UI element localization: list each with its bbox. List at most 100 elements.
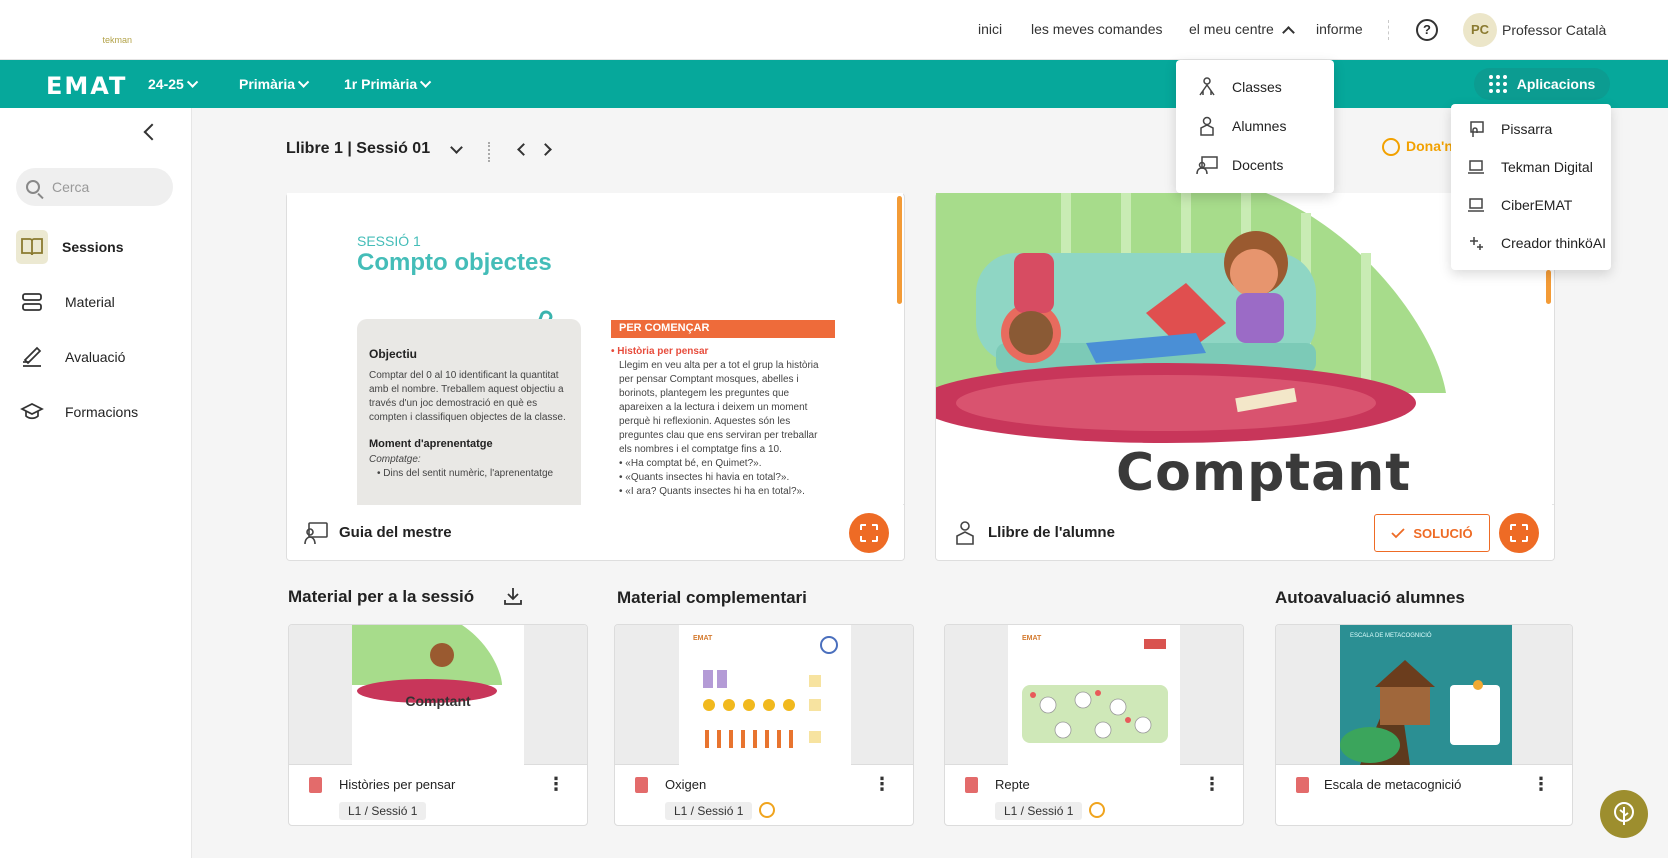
teacher-guide-preview[interactable]: SESSIÓ 1 Compto objectes Objectiu Compta…	[287, 193, 903, 505]
avatar[interactable]: PC	[1463, 13, 1497, 47]
material-card[interactable]: ESCALA DE METACOGNICIÓ Escala de metacog…	[1275, 624, 1573, 826]
material-tag: L1 / Sessió 1	[665, 802, 753, 820]
check-icon	[1391, 528, 1406, 539]
menu-item-label: Docents	[1232, 157, 1284, 173]
material-tag: L1 / Sessió 1	[339, 802, 427, 820]
material-thumbnail: Comptant	[289, 625, 587, 765]
myroom-logo[interactable]: myroom tekman	[48, 16, 1668, 858]
material-tag: L1 / Sessió 1	[995, 802, 1083, 820]
preview-title: Compto objectes	[357, 249, 552, 276]
completed-check-icon[interactable]	[759, 802, 775, 818]
material-card[interactable]: EMAT Repte ⋮ L1 / Sessió 1	[944, 624, 1244, 826]
teacher-guide-label: Guia del mestre	[339, 524, 452, 541]
menu-item-label: Tekman Digital	[1501, 159, 1593, 175]
document-icon	[1296, 777, 1309, 793]
sidebar-item-label: Avaluació	[65, 349, 126, 365]
fullscreen-icon	[1510, 524, 1528, 542]
worksheet-illustration	[703, 636, 838, 748]
thumbnail-page: Comptant	[352, 625, 524, 765]
menu-item-creador-thinkoai[interactable]: Creador thinköAI	[1451, 224, 1611, 262]
menu-item-classes[interactable]: Classes	[1176, 68, 1334, 106]
material-card[interactable]: Comptant Històries per pensar ⋮ L1 / Ses…	[288, 624, 588, 826]
completed-check-icon[interactable]	[1089, 802, 1105, 818]
book-icon	[16, 230, 48, 264]
solution-button[interactable]: SOLUCIÓ	[1374, 514, 1490, 552]
preview-scrollbar[interactable]	[897, 196, 902, 304]
book-cover-title: Comptant	[1116, 443, 1412, 503]
feedback-label: Dona'n	[1406, 138, 1453, 154]
sidebar: Sessions Material Avaluació Formacions	[0, 108, 192, 858]
search-input[interactable]	[52, 179, 162, 195]
nav-informe[interactable]: informe	[1316, 21, 1363, 37]
more-options-icon[interactable]: ⋮	[1532, 775, 1550, 793]
expand-book-button[interactable]	[1499, 513, 1539, 553]
grade-selector[interactable]: 1r Primària	[344, 76, 432, 92]
menu-item-pissarra[interactable]: Pissarra	[1451, 110, 1611, 148]
material-thumbnail: ESCALA DE METACOGNICIÓ	[1276, 625, 1572, 765]
fullscreen-icon	[860, 524, 878, 542]
thumbnail-page: EMAT	[679, 625, 851, 765]
sidebar-item-sessions[interactable]: Sessions	[16, 229, 181, 265]
collapse-sidebar-icon[interactable]	[143, 123, 161, 141]
sidebar-item-formacions[interactable]: Formacions	[16, 394, 181, 430]
nav-les-meves-comandes[interactable]: les meves comandes	[1031, 21, 1163, 37]
start-bar: PER COMENÇAR	[611, 320, 835, 338]
sparkle-icon	[1465, 232, 1487, 254]
sidebar-item-avaluacio[interactable]: Avaluació	[16, 339, 181, 375]
nav-inici[interactable]: inici	[978, 21, 1002, 37]
year-selector[interactable]: 24-25	[148, 76, 199, 92]
nav-el-meu-centre[interactable]: el meu centre	[1189, 21, 1274, 37]
more-options-icon[interactable]: ⋮	[547, 775, 565, 793]
session-title[interactable]: Llibre 1 | Sessió 01	[286, 140, 430, 158]
top-bar: myroom tekman inici les meves comandes e…	[0, 0, 1668, 858]
worksheet-illustration	[1022, 639, 1168, 743]
expand-guide-button[interactable]	[849, 513, 889, 553]
story-question-text: «Quants insectes hi havia en total?».	[625, 472, 790, 483]
touch-board-icon	[1465, 118, 1487, 140]
emat-logo[interactable]: EMAT	[46, 72, 127, 100]
sidebar-item-material[interactable]: Material	[16, 284, 181, 320]
assistant-fab[interactable]	[1600, 790, 1648, 838]
stack-icon	[16, 285, 48, 319]
menu-item-label: Pissarra	[1501, 121, 1553, 137]
student-book-label: Llibre de l'alumne	[988, 524, 1115, 541]
menu-item-ciberemat[interactable]: CiberEMAT	[1451, 186, 1611, 224]
story-question: • «Ha comptat bé, en Quimet?».	[619, 458, 762, 469]
apps-button-label: Aplicacions	[1516, 76, 1596, 92]
centre-dropdown: Classes Alumnes Docents	[1176, 60, 1334, 193]
laptop-icon	[1465, 194, 1487, 216]
menu-item-tekman-digital[interactable]: Tekman Digital	[1451, 148, 1611, 186]
more-options-icon[interactable]: ⋮	[1203, 775, 1221, 793]
grade-selector-label: 1r Primària	[344, 76, 418, 92]
moment-bullet-text: Dins del sentit numèric, l'aprenentatge	[383, 468, 554, 479]
material-section-title: Material per a la sessió	[288, 587, 475, 606]
story-question: • «Quants insectes hi havia en total?».	[619, 472, 790, 483]
feedback-link[interactable]: Dona'n	[1382, 138, 1453, 157]
chevron-up-icon[interactable]	[1282, 26, 1295, 39]
objective-text: Comptar del 0 al 10 identificant la quan…	[369, 370, 566, 423]
menu-item-alumnes[interactable]: Alumnes	[1176, 107, 1334, 145]
search-box[interactable]	[16, 168, 173, 206]
story-question-text: «I ara? Quants insectes hi ha en total?»…	[625, 486, 805, 497]
chevron-down-icon	[297, 76, 310, 88]
user-name[interactable]: Professor Català	[1502, 22, 1606, 38]
download-icon[interactable]	[503, 586, 523, 606]
material-thumbnail: EMAT	[945, 625, 1243, 765]
help-icon[interactable]: ?	[1416, 19, 1438, 41]
material-card[interactable]: EMAT Oxigen ⋮ L1 / Sessió 1	[614, 624, 914, 826]
preview-scrollbar[interactable]	[1546, 270, 1551, 304]
apps-button[interactable]: Aplicacions	[1474, 68, 1610, 100]
story-question: • «I ara? Quants insectes hi ha en total…	[619, 486, 805, 497]
menu-item-label: CiberEMAT	[1501, 197, 1573, 213]
teacher-board-icon	[1196, 154, 1218, 176]
more-options-icon[interactable]: ⋮	[873, 775, 891, 793]
logo-subtext: tekman	[102, 35, 132, 45]
teacher-guide-footer: Guia del mestre	[287, 504, 904, 560]
pen-lines-icon	[16, 340, 48, 374]
chevron-down-icon	[420, 76, 432, 88]
menu-item-docents[interactable]: Docents	[1176, 146, 1334, 184]
apps-grid-icon	[1488, 75, 1507, 93]
stage-selector[interactable]: Primària	[239, 76, 310, 92]
thumbnail-brand: EMAT	[693, 635, 713, 642]
teacher-board-icon	[304, 521, 328, 544]
